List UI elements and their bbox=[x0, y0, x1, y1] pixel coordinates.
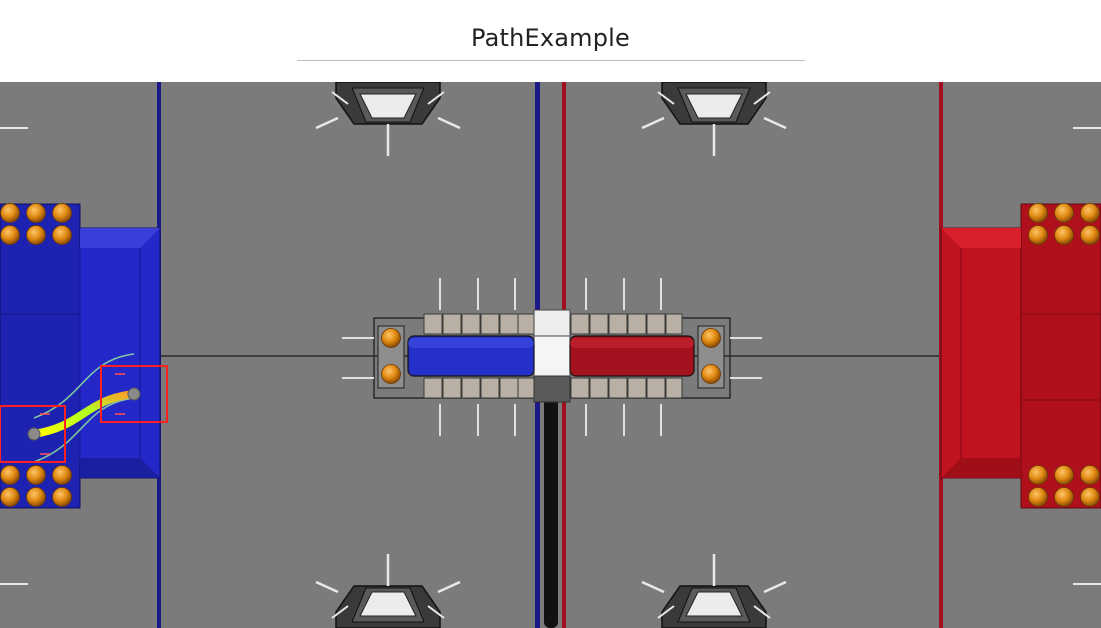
page-title: PathExample bbox=[470, 24, 631, 52]
waypoint-handle-start[interactable] bbox=[27, 427, 41, 441]
waypoint-handle-end[interactable] bbox=[127, 387, 141, 401]
red-platform bbox=[940, 203, 1101, 509]
header: PathExample bbox=[0, 0, 1101, 82]
cable-protector bbox=[544, 398, 558, 628]
field-view[interactable] bbox=[0, 82, 1101, 628]
title-divider bbox=[297, 60, 805, 61]
field-canvas[interactable] bbox=[0, 82, 1101, 628]
